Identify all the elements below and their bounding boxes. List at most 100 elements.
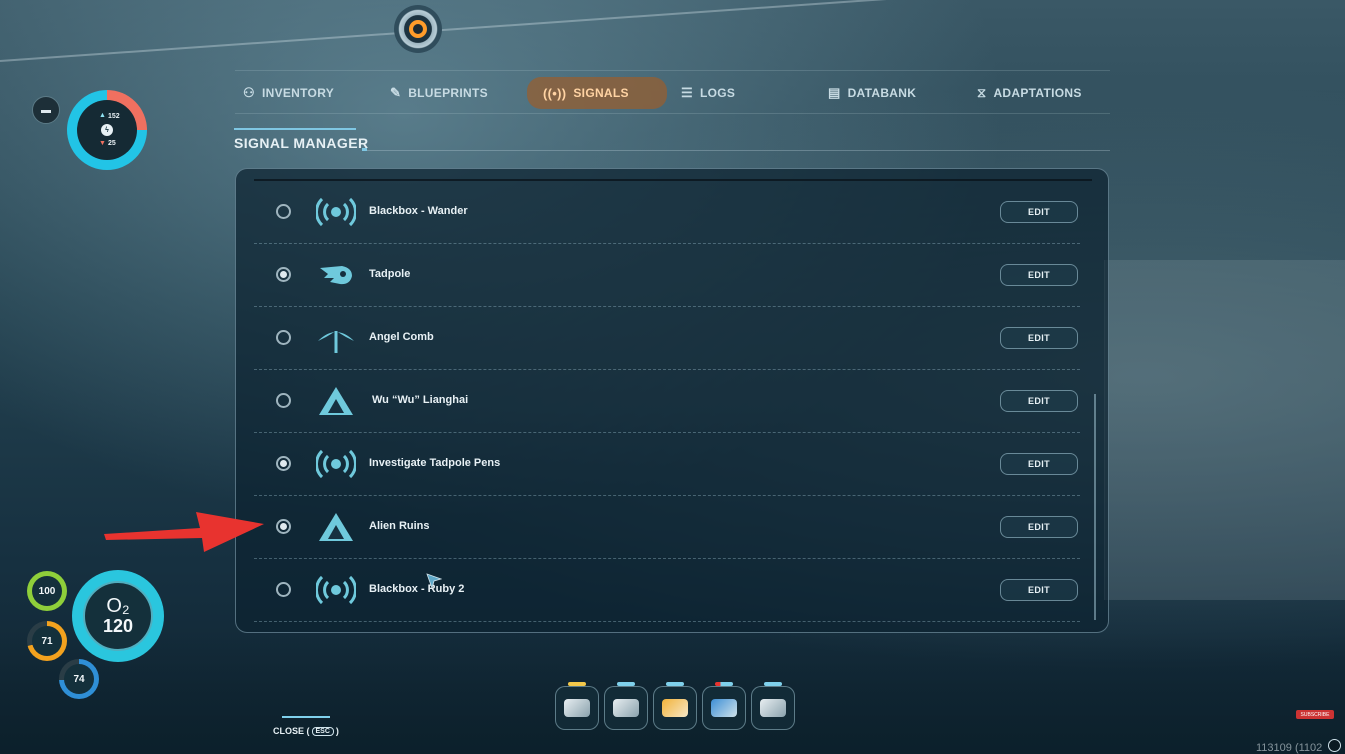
knife-icon (711, 699, 737, 717)
section-divider (362, 150, 1110, 151)
quickslot-flashlight[interactable] (653, 682, 697, 730)
tab-label: INVENTORY (261, 86, 335, 100)
signal-toggle-radio[interactable] (276, 330, 291, 345)
edit-button[interactable]: EDIT (1000, 579, 1078, 601)
edit-button[interactable]: EDIT (1000, 453, 1078, 475)
signal-toggle-radio[interactable] (276, 456, 291, 471)
background-wall-panel (1104, 260, 1345, 600)
pda-badge-icon (394, 5, 442, 53)
oxygen-value: 120 (102, 616, 134, 636)
quickslot-survival-knife[interactable] (702, 682, 746, 730)
settings-corner-icon (1328, 739, 1341, 752)
food-value: 71 (32, 626, 62, 656)
list-item: Wu “Wu” Lianghai EDIT (254, 370, 1080, 433)
energy-gauge: ▲ 152 ϟ ▼ 25 (67, 90, 147, 170)
tab-label: DATABANK (847, 86, 917, 100)
page-title: SIGNAL MANAGER (234, 135, 369, 151)
section-divider-mark (362, 148, 367, 151)
scrollbar[interactable] (1094, 394, 1096, 620)
blueprint-icon: ✎ (390, 85, 402, 100)
energy-down-value: 25 (108, 140, 116, 147)
tab-databank[interactable]: ▤ DATABANK (828, 77, 916, 109)
close-underline (282, 716, 330, 718)
person-icon: ⚇ (243, 85, 255, 100)
background-stripe (0, 0, 1342, 62)
broadcast-icon (316, 575, 356, 605)
energy-up-icon: ▲ (99, 112, 106, 119)
logs-icon: ☰ (681, 85, 693, 100)
energy-up-value: 152 (108, 113, 120, 120)
angel-comb-icon (318, 331, 354, 353)
tab-blueprints[interactable]: ✎ BLUEPRINTS (390, 77, 488, 109)
scanner-icon (564, 699, 590, 717)
esc-key-badge: ESC (311, 726, 334, 736)
quickslot-bar (555, 682, 795, 730)
edit-button[interactable]: EDIT (1000, 390, 1078, 412)
tab-signals[interactable]: ((•)) SIGNALS (527, 77, 667, 109)
flashlight-icon (662, 699, 688, 717)
signal-name: Blackbox - Ruby 2 (369, 583, 465, 595)
list-item: Alien Ruins EDIT (254, 496, 1080, 559)
signal-name: Investigate Tadpole Pens (369, 457, 501, 469)
close-suffix: ) (335, 726, 339, 736)
close-button[interactable]: CLOSE ( ESC ) (273, 726, 339, 736)
tab-label: SIGNALS (573, 86, 629, 100)
signal-toggle-radio[interactable] (276, 393, 291, 408)
oxygen-gauge: O₂ 120 (72, 570, 164, 662)
list-item: Tadpole EDIT (254, 244, 1080, 307)
tadpole-icon (320, 266, 352, 285)
tab-label: LOGS (699, 86, 736, 100)
list-item: Angel Comb EDIT (254, 307, 1080, 370)
red-arrow-annotation (104, 512, 264, 552)
signal-toggle-radio[interactable] (276, 582, 291, 597)
edit-button[interactable]: EDIT (1000, 201, 1078, 223)
signal-icon: ((•)) (543, 85, 567, 101)
triangle-beacon-icon (319, 513, 353, 541)
tab-logs[interactable]: ☰ LOGS (681, 77, 735, 109)
signal-toggle-radio[interactable] (276, 204, 291, 219)
signal-name: Blackbox - Wander (369, 205, 468, 217)
food-gauge: 71 (27, 621, 67, 661)
edit-button[interactable]: EDIT (1000, 516, 1078, 538)
triangle-beacon-icon (319, 387, 353, 415)
tab-adaptations[interactable]: ⧖ ADAPTATIONS (977, 77, 1082, 109)
edit-button[interactable]: EDIT (1000, 264, 1078, 286)
water-gauge: 74 (59, 659, 99, 699)
broadcast-icon (316, 197, 356, 227)
mouse-cursor-icon (426, 573, 442, 589)
youtube-subscribe-badge: SUBSCRIBE (1296, 710, 1334, 719)
signal-toggle-radio[interactable] (276, 519, 291, 534)
tab-label: ADAPTATIONS (993, 86, 1082, 100)
section-title-underline (234, 128, 356, 130)
close-label: CLOSE ( (273, 726, 310, 736)
quickslot-scanner[interactable] (555, 682, 599, 730)
signal-toggle-radio[interactable] (276, 267, 291, 282)
signal-list-panel[interactable]: Blackbox - Wander EDIT Tadpole EDIT Ange… (235, 168, 1109, 633)
health-gauge: 100 (27, 571, 67, 611)
repair-tool-icon (613, 699, 639, 717)
builder-icon (760, 699, 786, 717)
battery-icon: ▬ (32, 96, 60, 124)
edit-button[interactable]: EDIT (1000, 327, 1078, 349)
oxygen-label: O₂ (106, 595, 130, 617)
signal-name: Angel Comb (369, 331, 434, 343)
list-item: Blackbox - Ruby 2 EDIT (254, 559, 1080, 622)
signal-name: Alien Ruins (369, 520, 430, 532)
coordinate-readout: 113109 (1102 (1256, 742, 1323, 754)
broadcast-icon (316, 449, 356, 479)
pda-tab-bar: ⚇ INVENTORY ✎ BLUEPRINTS ((•)) SIGNALS ☰… (235, 70, 1110, 114)
signal-name: Tadpole (369, 268, 411, 280)
databank-icon: ▤ (828, 85, 841, 100)
lightning-icon: ϟ (101, 124, 113, 136)
water-value: 74 (64, 664, 94, 694)
youtube-label: SUBSCRIBE (1300, 711, 1330, 718)
health-value: 100 (32, 576, 62, 606)
signal-name: Wu “Wu” Lianghai (372, 394, 469, 406)
quickslot-repair-tool[interactable] (604, 682, 648, 730)
quickslot-builder[interactable] (751, 682, 795, 730)
energy-down-icon: ▼ (99, 140, 106, 147)
tab-inventory[interactable]: ⚇ INVENTORY (243, 77, 334, 109)
tab-label: BLUEPRINTS (408, 86, 488, 100)
dna-icon: ⧖ (977, 85, 987, 100)
list-item: Blackbox - Wander EDIT (254, 181, 1080, 244)
